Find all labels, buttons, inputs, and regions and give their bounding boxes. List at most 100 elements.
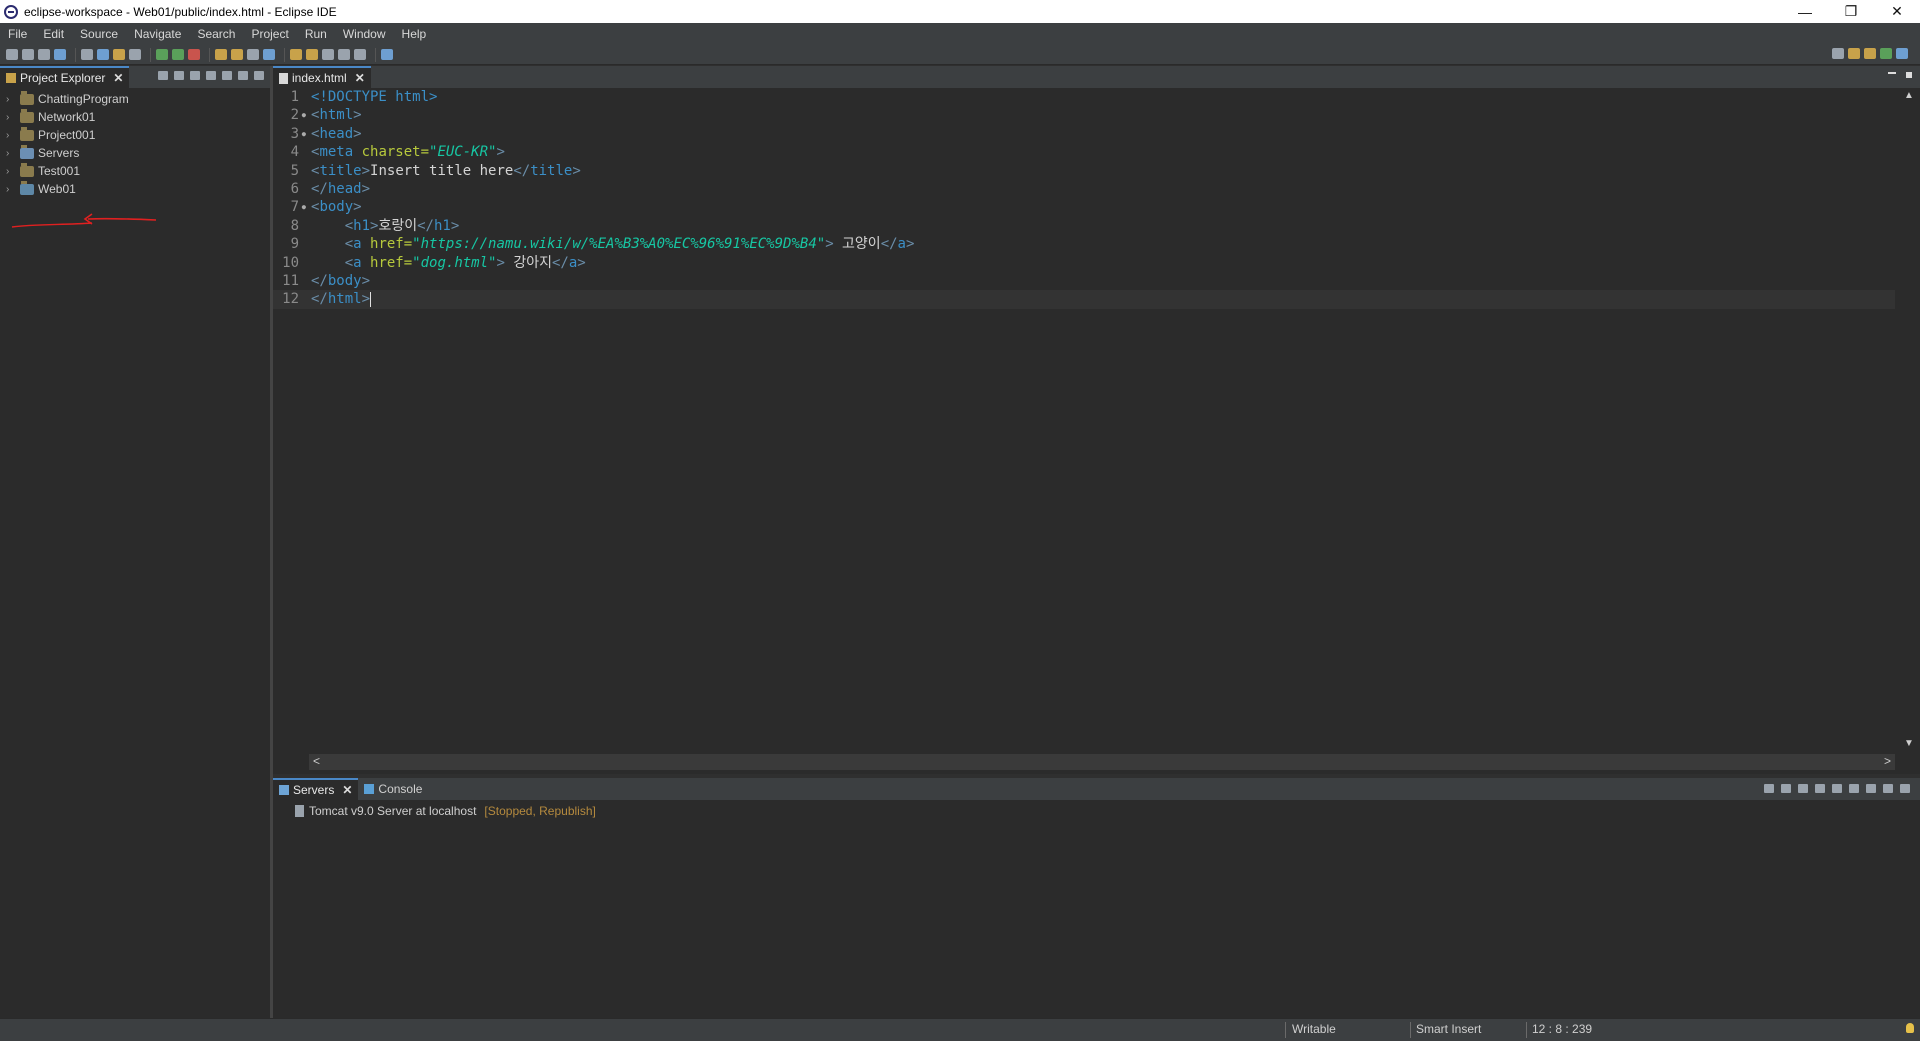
scroll-up-icon[interactable]: ▲	[1904, 90, 1914, 101]
save-all-icon[interactable]	[38, 49, 50, 60]
debug-icon[interactable]	[156, 49, 168, 60]
new-package-icon[interactable]	[215, 49, 227, 60]
new-icon[interactable]	[6, 49, 18, 60]
tree-item-label: Project001	[38, 128, 96, 142]
vertical-scrollbar[interactable]: ▲ ▼	[1898, 88, 1920, 751]
tag-token: title	[530, 162, 573, 179]
tab-index-html[interactable]: index.html ✕	[273, 66, 371, 88]
tab-project-explorer[interactable]: Project Explorer ✕	[0, 66, 130, 88]
forward-icon[interactable]	[354, 49, 366, 60]
new-class-icon[interactable]	[231, 49, 243, 60]
profile-server-icon[interactable]	[1815, 784, 1825, 793]
last-edit-icon[interactable]	[322, 49, 334, 60]
publish-icon[interactable]	[129, 49, 141, 60]
minimize-button[interactable]: —	[1782, 0, 1828, 23]
filter-icon[interactable]	[190, 71, 200, 80]
code-editor[interactable]: 1 <!DOCTYPE html> 2 <html> 3 <head> 4 <m…	[273, 88, 1895, 751]
server-icon[interactable]	[97, 49, 109, 60]
search-icon[interactable]	[1832, 48, 1844, 59]
restore-button[interactable]: ❐	[1828, 0, 1874, 23]
minimize-icon[interactable]	[1883, 784, 1893, 793]
horizontal-scrollbar[interactable]: < >	[309, 754, 1895, 770]
annotation-prev-icon[interactable]	[306, 49, 318, 60]
view-menu-icon[interactable]	[222, 71, 232, 80]
menu-source[interactable]: Source	[72, 27, 126, 41]
run-icon[interactable]	[172, 49, 184, 60]
stop-server-icon[interactable]	[1832, 784, 1842, 793]
menu-project[interactable]: Project	[243, 27, 296, 41]
close-icon[interactable]: ✕	[113, 71, 123, 85]
server-list-item[interactable]: Tomcat v9.0 Server at localhost [Stopped…	[273, 802, 1920, 820]
scroll-right-icon[interactable]: >	[1884, 754, 1891, 768]
menu-run[interactable]: Run	[297, 27, 335, 41]
terminal-icon[interactable]	[54, 49, 66, 60]
menu-navigate[interactable]: Navigate	[126, 27, 189, 41]
menu-bar: File Edit Source Navigate Search Project…	[0, 23, 1920, 45]
punct-token: >	[353, 107, 362, 124]
refresh-icon[interactable]	[113, 49, 125, 60]
debug-perspective-icon[interactable]	[1880, 48, 1892, 59]
java-ee-perspective-icon[interactable]	[1864, 48, 1876, 59]
chevron-right-icon[interactable]: ›	[6, 94, 16, 105]
tree-item-chattingprogram[interactable]: › ChattingProgram	[0, 90, 270, 108]
tab-servers[interactable]: Servers ✕	[273, 778, 359, 800]
tree-item-project001[interactable]: › Project001	[0, 126, 270, 144]
start-server-icon[interactable]	[1798, 784, 1808, 793]
pin-editor-icon[interactable]	[381, 49, 393, 60]
close-icon[interactable]: ✕	[342, 783, 352, 797]
chevron-right-icon[interactable]: ›	[6, 166, 16, 177]
punct-token: </	[551, 254, 569, 271]
value-token: "EUC-KR"	[429, 144, 497, 161]
save-icon[interactable]	[22, 49, 34, 60]
publish-server-icon[interactable]	[1849, 784, 1859, 793]
scroll-down-icon[interactable]: ▼	[1904, 738, 1914, 749]
chevron-right-icon[interactable]: ›	[6, 130, 16, 141]
collapse-all-icon[interactable]	[1764, 784, 1774, 793]
debug-server-icon[interactable]	[1781, 784, 1791, 793]
back-icon[interactable]	[338, 49, 350, 60]
focus-icon[interactable]	[206, 71, 216, 80]
menu-file[interactable]: File	[0, 27, 35, 41]
menu-edit[interactable]: Edit	[35, 27, 72, 41]
tag-token: body	[327, 272, 362, 289]
lightbulb-icon[interactable]	[1906, 1023, 1914, 1033]
punct-token: <	[344, 236, 354, 253]
external-tools-icon[interactable]	[188, 49, 200, 60]
tab-console[interactable]: Console	[358, 778, 428, 800]
tree-item-servers[interactable]: › Servers	[0, 144, 270, 162]
menu-window[interactable]: Window	[335, 27, 394, 41]
maximize-icon[interactable]	[1900, 784, 1910, 793]
tree-item-network01[interactable]: › Network01	[0, 108, 270, 126]
search-toolbar-icon[interactable]	[263, 49, 275, 60]
skip-breakpoints-icon[interactable]	[81, 49, 93, 60]
tag-token: a	[353, 236, 362, 253]
scroll-left-icon[interactable]: <	[313, 754, 320, 768]
collapse-all-icon[interactable]	[158, 71, 168, 80]
tree-item-test001[interactable]: › Test001	[0, 162, 270, 180]
minimize-icon[interactable]	[1888, 72, 1896, 74]
chevron-right-icon[interactable]: ›	[6, 112, 16, 123]
tree-item-web01[interactable]: › Web01	[0, 180, 270, 198]
line-number[interactable]: 7	[273, 198, 306, 217]
minimize-icon[interactable]	[238, 71, 248, 80]
annotation-next-icon[interactable]	[290, 49, 302, 60]
maximize-icon[interactable]	[1906, 72, 1912, 78]
line-number[interactable]: 3	[273, 125, 306, 144]
menu-search[interactable]: Search	[189, 27, 243, 41]
chevron-right-icon[interactable]: ›	[6, 184, 16, 195]
link-editor-icon[interactable]	[174, 71, 184, 80]
close-icon[interactable]: ✕	[355, 71, 365, 85]
web-project-icon	[20, 180, 34, 195]
line-number[interactable]: 2	[273, 106, 306, 125]
servers-view-icon	[279, 785, 289, 795]
open-type-icon[interactable]	[247, 49, 259, 60]
maximize-icon[interactable]	[254, 71, 264, 80]
close-button[interactable]: ✕	[1874, 0, 1920, 23]
java-perspective-icon[interactable]	[1896, 48, 1908, 59]
code-text: <!DOCTYPE html>	[303, 88, 437, 106]
view-menu-icon[interactable]	[1866, 784, 1876, 793]
open-perspective-icon[interactable]	[1848, 48, 1860, 59]
code-line: 3 <head>	[273, 125, 1895, 144]
menu-help[interactable]: Help	[394, 27, 435, 41]
chevron-right-icon[interactable]: ›	[6, 148, 16, 159]
